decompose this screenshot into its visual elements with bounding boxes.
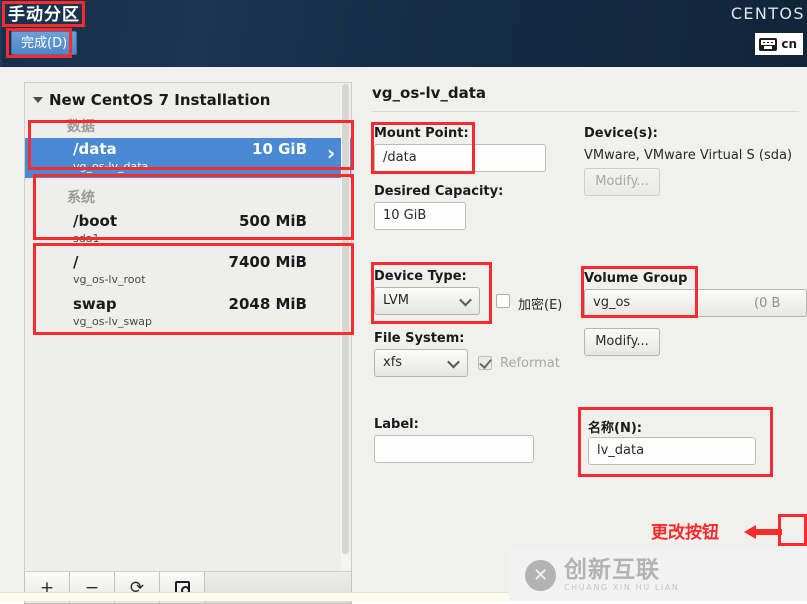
label-field-label: Label:	[374, 417, 419, 432]
table-row[interactable]: /data 10 GiB vg_os-lv_data ›	[25, 138, 351, 178]
partition-detail-panel: vg_os-lv_data Mount Point: /data Desired…	[364, 67, 807, 601]
mount-point-input[interactable]: /data	[374, 144, 546, 172]
group-header-system: 系统	[67, 190, 95, 206]
scrollbar-thumb[interactable]	[342, 84, 349, 554]
annotation-arrow-icon	[744, 525, 782, 539]
chevron-right-icon: ›	[327, 141, 336, 165]
detail-title: vg_os-lv_data	[372, 84, 487, 102]
partition-mount-point: /data	[73, 140, 117, 158]
partition-device: vg_os-lv_data	[73, 160, 149, 173]
device-type-label: Device Type:	[374, 269, 467, 284]
table-row[interactable]: swap 2048 MiB vg_os-lv_swap	[25, 293, 351, 333]
installer-header: 手动分区 完成(D) CENTOS cn	[0, 0, 807, 67]
desired-capacity-label: Desired Capacity:	[374, 184, 504, 199]
arrow-head	[744, 525, 756, 539]
partition-list-scrollbar[interactable]	[341, 84, 350, 571]
name-input[interactable]: lv_data	[588, 437, 756, 465]
volume-group-value: vg_os	[593, 295, 631, 310]
watermark: 创新互联 CHUANG XIN HU LIAN	[509, 549, 807, 601]
partition-size: 2048 MiB	[228, 295, 307, 313]
group-header-data: 数据	[67, 119, 95, 135]
header-background-pattern	[0, 0, 807, 67]
volume-group-label: Volume Group	[584, 271, 688, 286]
table-row[interactable]: / 7400 MiB vg_os-lv_root	[25, 251, 351, 291]
partition-list: New CentOS 7 Installation 数据 /data 10 Gi…	[24, 82, 352, 572]
installation-root-label: New CentOS 7 Installation	[49, 91, 271, 109]
file-system-value: xfs	[383, 355, 403, 370]
keyboard-icon	[759, 37, 778, 51]
chevron-down-icon	[461, 297, 470, 303]
partition-size: 7400 MiB	[228, 253, 307, 271]
volume-group-free-space: (0 B	[754, 296, 781, 311]
reformat-checkbox[interactable]	[478, 356, 492, 370]
installation-root[interactable]: New CentOS 7 Installation	[25, 91, 351, 109]
detail-divider	[372, 111, 799, 112]
reformat-label: Reformat	[500, 356, 560, 371]
volume-group-modify-button[interactable]: Modify...	[584, 328, 660, 356]
watermark-pinyin: CHUANG XIN HU LIAN	[564, 583, 680, 592]
devices-label: Device(s):	[584, 126, 658, 141]
table-row[interactable]: /boot 500 MiB sda1	[25, 210, 351, 250]
arrow-shaft	[754, 529, 782, 535]
device-type-value: LVM	[383, 293, 409, 308]
name-label: 名称(N):	[588, 421, 642, 436]
desired-capacity-input[interactable]: 10 GiB	[374, 202, 466, 230]
watermark-text: 创新互联 CHUANG XIN HU LIAN	[564, 557, 680, 593]
partition-device: vg_os-lv_root	[73, 273, 146, 286]
partition-mount-point: /	[73, 253, 79, 271]
ime-layout-label: cn	[781, 36, 797, 51]
circle-x-logo-icon	[525, 559, 556, 591]
triangle-down-icon	[33, 97, 43, 103]
file-system-select[interactable]: xfs	[374, 349, 468, 377]
label-input[interactable]	[374, 435, 534, 463]
partition-device: sda1	[73, 232, 100, 245]
brand-title: CENTOS	[730, 4, 805, 23]
device-type-select[interactable]: LVM	[374, 287, 480, 315]
page-title: 手动分区	[8, 5, 80, 25]
done-button[interactable]: 完成(D)	[11, 31, 78, 55]
chevron-down-icon	[449, 359, 458, 365]
watermark-name: 创新互联	[564, 557, 660, 583]
devices-value: VMware, VMware Virtual S (sda)	[584, 148, 793, 163]
partition-mount-point: swap	[73, 295, 117, 313]
devices-modify-button: Modify...	[584, 168, 660, 196]
annotation-label-change-button: 更改按钮	[651, 523, 719, 543]
partition-mount-point: /boot	[73, 212, 117, 230]
encrypt-checkbox[interactable]	[496, 294, 510, 308]
ime-indicator[interactable]: cn	[755, 33, 803, 55]
partition-device: vg_os-lv_swap	[73, 315, 152, 328]
partition-size: 500 MiB	[238, 212, 307, 230]
partition-size: 10 GiB	[252, 140, 307, 158]
file-system-label: File System:	[374, 331, 465, 346]
mount-point-label: Mount Point:	[374, 126, 469, 141]
bottom-strip	[0, 592, 509, 601]
encrypt-label: 加密(E)	[518, 298, 563, 313]
